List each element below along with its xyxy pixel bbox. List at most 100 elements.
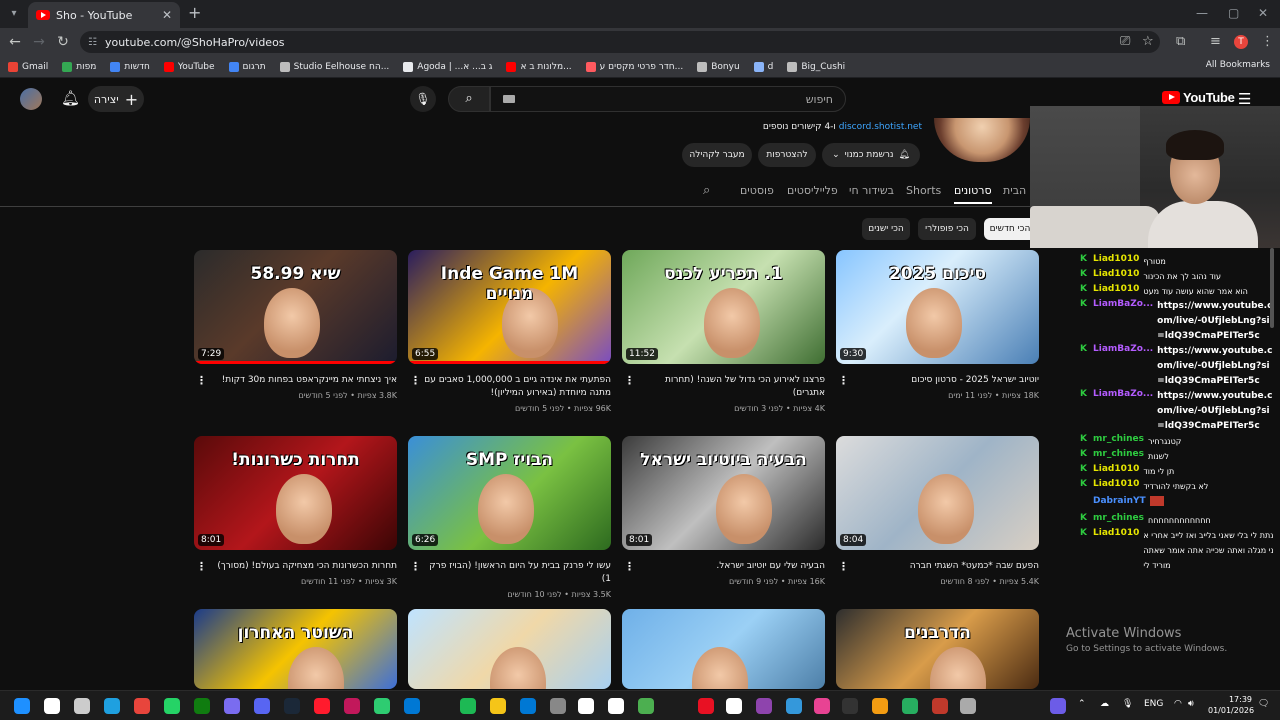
bookmark-item[interactable]: תרגום (228, 61, 266, 72)
video-thumbnail[interactable]: הבעיה ביוטיוב ישראל 8:01 (622, 436, 825, 550)
opera-icon[interactable] (314, 698, 330, 714)
settings-icon[interactable] (960, 698, 976, 714)
microphone-icon[interactable]: 🎙︎ (1122, 699, 1133, 709)
video-card[interactable]: סיכום 2025 9:30 יוטיוב ישראל 2025 - סרטון … (836, 250, 1039, 400)
app-icon[interactable] (1050, 698, 1066, 714)
sort-chip[interactable]: הכי חדשים (984, 218, 1036, 240)
forward-icon[interactable]: → (30, 33, 48, 51)
maximize-icon[interactable]: ▢ (1228, 6, 1239, 20)
video-card[interactable]: הבעיה ביוטיוב ישראל 8:01 הבעיה שלי עם יוטי… (622, 436, 825, 586)
video-card[interactable]: השוטר האחרון (194, 609, 397, 689)
channel-link[interactable]: discord.shotist.net (839, 122, 922, 132)
notifications-bell-icon[interactable]: 🔔︎ (61, 89, 80, 107)
video-card[interactable]: הבויז SMP 6:26 עשו לי פרנק בבית על היום הר… (408, 436, 611, 599)
search-icon[interactable] (44, 698, 60, 714)
bookmark-item[interactable]: חדשות (110, 61, 150, 72)
bookmark-item[interactable]: YouTube (163, 61, 215, 72)
video-card[interactable] (622, 609, 825, 689)
reading-list-icon[interactable]: ≡ (1210, 34, 1221, 49)
notepad-icon[interactable] (726, 698, 742, 714)
extensions-icon[interactable]: ⧉ (1176, 34, 1185, 49)
video-card[interactable]: שיא 58.99 7:29 איך ניצחתי את מיינקראפט בפח… (194, 250, 397, 400)
epic-icon[interactable] (842, 698, 858, 714)
channel-tab[interactable]: Shorts (906, 184, 941, 197)
video-thumbnail[interactable]: סיכום 2025 9:30 (836, 250, 1039, 364)
video-thumbnail[interactable]: 1. תפריע לכנס 11:52 (622, 250, 825, 364)
channel-tab[interactable]: פוסטים (740, 184, 774, 197)
start-icon[interactable] (14, 698, 30, 714)
search-input[interactable]: חיפוש (490, 86, 846, 112)
video-title[interactable]: פרצנו לאירוע הכי גדול של השנה! (תחרות את… (638, 374, 825, 400)
site-info-icon[interactable]: ☷ (88, 37, 97, 48)
reload-icon[interactable]: ↻ (54, 33, 72, 51)
video-thumbnail[interactable] (622, 609, 825, 689)
onedrive-icon[interactable]: ☁ (1100, 699, 1109, 709)
channel-search-icon[interactable]: ⌕ (703, 183, 710, 198)
video-more-icon[interactable]: ⋮ (838, 374, 849, 387)
create-button[interactable]: יצירה + (88, 86, 144, 112)
app-icon[interactable] (932, 698, 948, 714)
video-thumbnail[interactable]: 8:04 (836, 436, 1039, 550)
video-title[interactable]: יוטיוב ישראל 2025 - סרטון סיכום (852, 374, 1039, 387)
video-card[interactable] (408, 609, 611, 689)
volume-icon[interactable]: 🔊︎ (1188, 699, 1194, 709)
video-title[interactable]: איך ניצחתי את מיינקראפט בפחות מ30 דקות! (210, 374, 397, 387)
channel-links[interactable]: discord.shotist.net ו-4 קישורים נוספים (690, 122, 922, 132)
sort-chip[interactable]: הכי פופולרי (918, 218, 976, 240)
tab-close-icon[interactable]: ✕ (162, 8, 172, 22)
channel-tab[interactable]: סרטונים (954, 184, 992, 204)
edge-icon[interactable] (104, 698, 120, 714)
sort-chip[interactable]: הכי ישנים (862, 218, 910, 240)
capcut-icon[interactable] (608, 698, 624, 714)
app-icon[interactable] (520, 698, 536, 714)
video-card[interactable]: 8:04 הפעם שבה *כמעט* השגתי חברה 5.4K צפיות… (836, 436, 1039, 586)
minimize-icon[interactable]: — (1196, 6, 1208, 20)
close-window-icon[interactable]: ✕ (1258, 6, 1268, 20)
whatsapp-icon[interactable] (164, 698, 180, 714)
video-more-icon[interactable]: ⋮ (624, 560, 635, 573)
browser-tab[interactable]: Sho - YouTube ✕ (28, 2, 180, 28)
video-title[interactable]: הפעם שבה *כמעט* השגתי חברה (852, 560, 1039, 573)
video-title[interactable]: הבעיה שלי עם יוטיוב ישראל. (638, 560, 825, 573)
bookmark-item[interactable]: Studio Eelhouse הח... (279, 61, 389, 72)
app-icon[interactable] (374, 698, 390, 714)
address-bar[interactable]: ☷ youtube.com/@ShoHaPro/videos (80, 31, 1160, 53)
bookmark-item[interactable]: Gmail (8, 61, 48, 72)
video-thumbnail[interactable]: שיא 58.99 7:29 (194, 250, 397, 364)
video-more-icon[interactable]: ⋮ (196, 560, 207, 573)
video-title[interactable]: תחרות הכשרונות הכי מצחיקה בעולם! (מסורך) (210, 560, 397, 573)
bookmark-item[interactable]: Big_Cushi (787, 61, 845, 72)
video-thumbnail[interactable]: תחרות כשרונות! 8:01 (194, 436, 397, 550)
keyboard-icon[interactable] (503, 95, 515, 103)
community-button[interactable]: מעבר לקהילה (682, 143, 752, 167)
app-icon[interactable] (814, 698, 830, 714)
media-player-icon[interactable] (344, 698, 360, 714)
language-indicator[interactable]: ENG (1144, 699, 1163, 709)
tray-chevron-icon[interactable]: ⌃ (1078, 699, 1086, 709)
bookmark-item[interactable]: d (753, 61, 773, 72)
steam-icon[interactable] (284, 698, 300, 714)
bookmark-item[interactable]: חדר פרטי מקסים ע... (585, 61, 683, 72)
channel-tab[interactable]: בשידור חי (849, 184, 894, 197)
browser-menu-icon[interactable]: ⋮ (1261, 34, 1274, 49)
video-more-icon[interactable]: ⋮ (410, 560, 421, 573)
back-icon[interactable]: ← (6, 33, 24, 51)
system-clock[interactable]: 17:39 01/01/2026 (1208, 694, 1254, 716)
video-card[interactable]: הדרבנים (836, 609, 1039, 689)
explorer-icon[interactable] (490, 698, 506, 714)
channel-avatar[interactable] (934, 118, 1030, 162)
video-more-icon[interactable]: ⋮ (410, 374, 421, 387)
wifi-icon[interactable]: ◠ (1174, 699, 1182, 709)
app-icon[interactable] (872, 698, 888, 714)
video-thumbnail[interactable] (408, 609, 611, 689)
voice-search-icon[interactable]: 🎙︎ (410, 86, 436, 112)
video-card[interactable]: תחרות כשרונות! 8:01 תחרות הכשרונות הכי מצח… (194, 436, 397, 586)
video-thumbnail[interactable]: הבויז SMP 6:26 (408, 436, 611, 550)
bookmark-item[interactable]: מפות (62, 61, 96, 72)
xbox-icon[interactable] (194, 698, 210, 714)
join-button[interactable]: להצטרפות (758, 143, 816, 167)
search-button[interactable]: ⌕ (448, 86, 490, 112)
video-card[interactable]: 1. תפריע לכנס 11:52 פרצנו לאירוע הכי גדול … (622, 250, 825, 413)
youtube-logo[interactable]: YouTube (1162, 90, 1235, 105)
bookmark-item[interactable]: מלונות ב א... (506, 61, 572, 72)
